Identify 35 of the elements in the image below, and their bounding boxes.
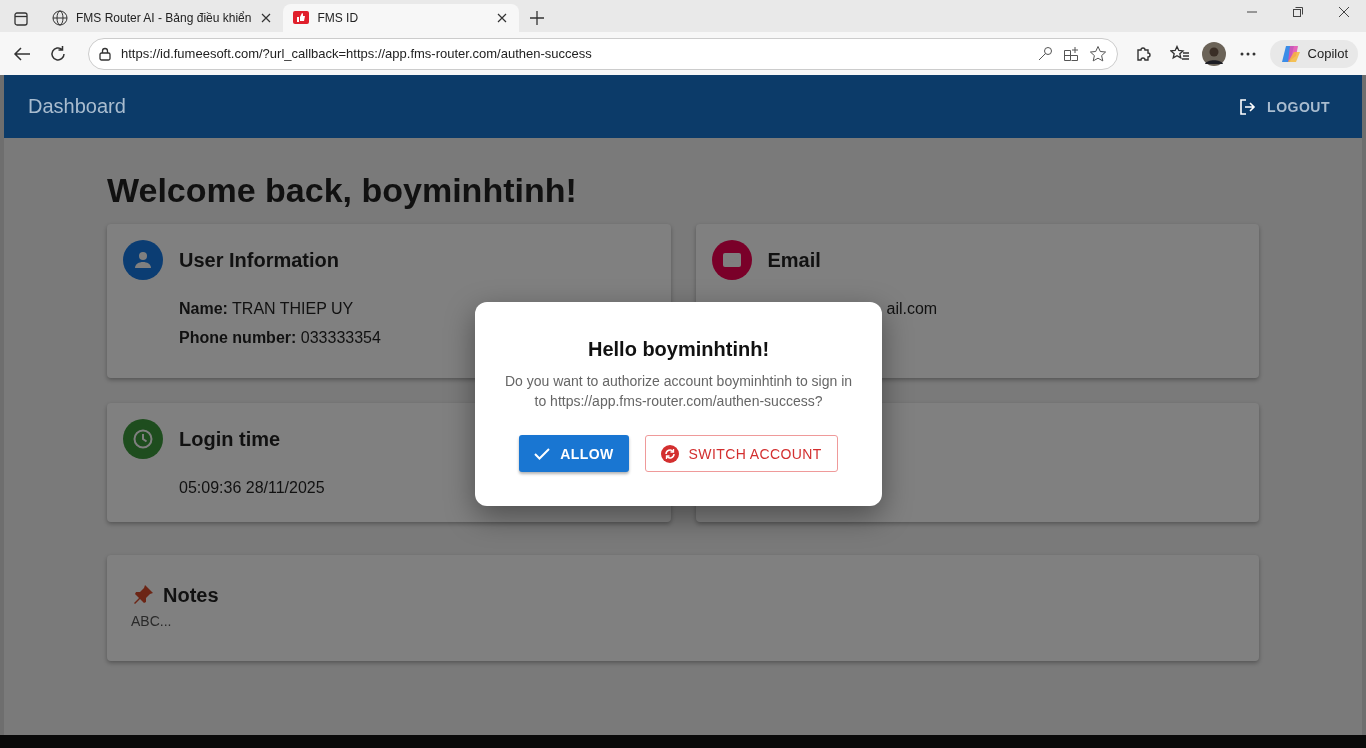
info-text: Phone number: 033333354 xyxy=(179,328,381,348)
copilot-icon xyxy=(1279,43,1302,64)
logout-button[interactable]: LOGOUT xyxy=(1235,93,1334,120)
thumbs-up-icon xyxy=(293,10,310,26)
lock-icon xyxy=(99,46,111,61)
avatar-icon[interactable] xyxy=(1201,41,1226,66)
login-time-text: 05:09:36 28/11/2025 xyxy=(179,478,325,498)
copilot-button[interactable]: Copilot xyxy=(1269,39,1358,68)
globe-icon xyxy=(52,10,68,26)
notes-title: Notes xyxy=(163,583,219,607)
address-bar[interactable]: https://id.fumeesoft.com/?url_callback=https://app.fms-router.com/authen-success xyxy=(88,37,1118,70)
app-title: Dashboard xyxy=(28,95,127,118)
new-tab-icon[interactable] xyxy=(529,10,546,26)
sync-icon xyxy=(660,444,679,463)
dialog-message: Do you want to authorize account boyminhtinh to sign in to https://app.fms-router.com/authen-success? xyxy=(503,372,854,411)
card-title: User Information xyxy=(179,248,340,272)
close-icon[interactable] xyxy=(1338,6,1350,18)
browser-tab[interactable]: FMS ID xyxy=(283,4,520,32)
sidebar-icon[interactable] xyxy=(14,12,28,26)
apps-icon[interactable] xyxy=(1062,45,1079,62)
logout-icon xyxy=(1239,97,1258,116)
star-icon[interactable] xyxy=(1088,44,1107,63)
card-title: Login time xyxy=(179,427,281,451)
key-icon[interactable] xyxy=(1036,45,1053,62)
browser-tab[interactable]: FMS Router AI - Bảng điều khiển xyxy=(42,4,284,32)
switch-account-button[interactable]: SWITCH ACCOUNT xyxy=(644,435,838,472)
email-text: ail.com xyxy=(886,299,938,319)
restore-icon[interactable] xyxy=(1292,6,1304,18)
card-title: Email xyxy=(767,248,821,272)
notes-text: ABC... xyxy=(131,613,173,629)
check-icon xyxy=(534,447,551,460)
welcome-heading: Welcome back, boyminhtinh! xyxy=(107,170,578,210)
info-text: Name: TRAN THIEP UY xyxy=(179,299,354,319)
dialog-title: Hello boyminhtinh! xyxy=(586,338,771,361)
allow-button[interactable]: ALLOW xyxy=(519,435,629,472)
